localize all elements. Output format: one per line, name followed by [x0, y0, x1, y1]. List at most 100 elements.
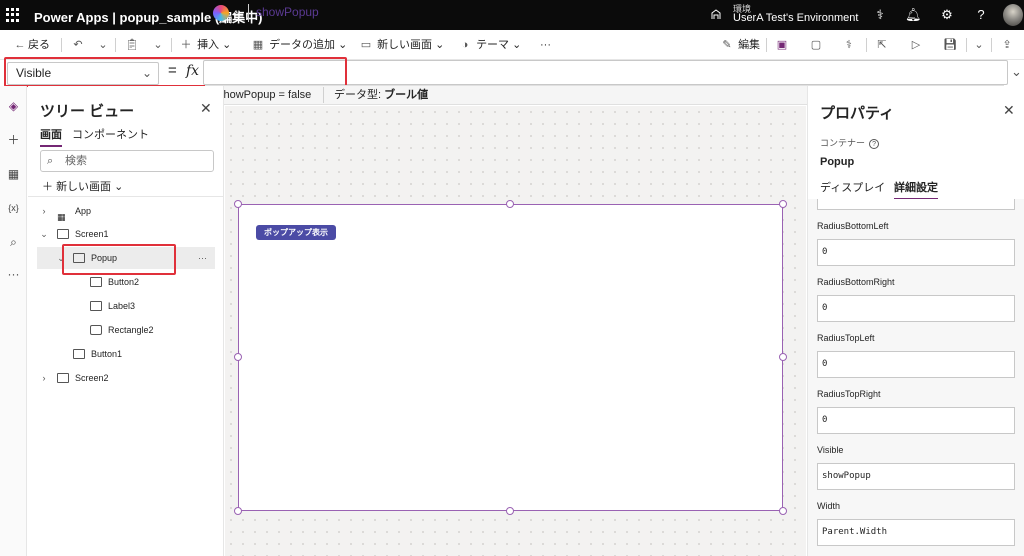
divider: [115, 38, 116, 52]
new-screen-button[interactable]: ＋ 新しい画面 ⌄: [42, 178, 123, 194]
property-input[interactable]: [817, 199, 1015, 210]
app-checker-icon[interactable]: ⚕: [872, 7, 888, 23]
show-popup-button[interactable]: ポップアップ表示: [256, 225, 336, 240]
play-icon: ▷: [911, 39, 921, 51]
share-button[interactable]: ⇱: [874, 30, 890, 60]
comments-button[interactable]: ▢: [808, 30, 824, 60]
help-icon[interactable]: ?: [973, 7, 989, 23]
resize-handle[interactable]: [506, 200, 514, 208]
variables-icon[interactable]: {x}: [5, 200, 22, 217]
clipboard-icon: 📋︎: [125, 39, 139, 51]
chevron-down-icon[interactable]: ⌄: [232, 4, 241, 17]
tree-node-screen1[interactable]: ⌄ Screen1: [37, 223, 215, 245]
help-icon[interactable]: ?: [869, 139, 880, 149]
resize-handle[interactable]: [234, 353, 242, 361]
stethoscope-icon: ⚕: [846, 39, 852, 51]
screen-icon: [57, 229, 69, 239]
button-control-icon: [73, 349, 85, 359]
more-options-icon[interactable]: ···: [198, 247, 207, 269]
chevron-down-icon[interactable]: ⌄: [39, 223, 49, 245]
label-control-icon: [90, 301, 102, 311]
more-icon[interactable]: ···: [5, 266, 22, 283]
expand-formula-chevron-icon[interactable]: ⌄: [1011, 64, 1022, 80]
edit-button[interactable]: ✎ 編集: [719, 30, 760, 60]
tree-node-rectangle2[interactable]: Rectangle2: [37, 319, 215, 341]
resize-handle[interactable]: [779, 507, 787, 515]
property-input[interactable]: 0: [817, 407, 1015, 434]
app-launcher-icon[interactable]: [6, 8, 20, 22]
close-icon[interactable]: ✕: [1003, 102, 1015, 119]
chevron-down-icon: ⌄: [114, 181, 124, 193]
settings-gear-icon[interactable]: ⚙: [939, 7, 955, 23]
tab-screens[interactable]: 画面: [40, 126, 62, 147]
resize-handle[interactable]: [234, 200, 242, 208]
insert-plus-icon[interactable]: ＋: [5, 132, 22, 149]
property-input[interactable]: 0: [817, 239, 1015, 266]
screen-icon: [57, 373, 69, 383]
command-bar: ← 戻る ↶ ⌄ 📋︎ ⌄ ＋ 挿入 ⌄ ▦ データの追加 ⌄ ▭ 新しい画面 ⌄…: [0, 30, 1024, 60]
add-data-button[interactable]: ▦ データの追加 ⌄: [250, 30, 348, 60]
more-commands-button[interactable]: ···: [540, 30, 551, 60]
button-control-icon: [90, 277, 102, 287]
formula-input[interactable]: showPopup: [256, 5, 319, 19]
app-info-button[interactable]: ▣: [774, 30, 790, 60]
preview-button[interactable]: ▷: [908, 30, 924, 60]
divider: [966, 38, 967, 52]
tab-advanced[interactable]: 詳細設定: [894, 179, 938, 200]
hint-value: showPopup = false: [218, 89, 312, 101]
plus-icon: ＋: [180, 39, 192, 51]
resize-handle[interactable]: [779, 200, 787, 208]
property-input[interactable]: 0: [817, 351, 1015, 378]
paste-button[interactable]: 📋︎: [124, 30, 140, 60]
property-visible: Visible showPopup: [817, 445, 1015, 490]
property-input[interactable]: 0: [817, 295, 1015, 322]
chevron-down-icon: ⌄: [153, 39, 163, 51]
divider: [323, 87, 324, 103]
notification-bell-icon[interactable]: 🔔︎: [905, 7, 922, 23]
environment-name[interactable]: UserA Test's Environment: [733, 12, 858, 24]
save-button[interactable]: 💾︎: [942, 30, 958, 60]
theme-button[interactable]: ◑ テーマ ⌄: [457, 30, 522, 60]
layers-icon[interactable]: ◈: [5, 98, 22, 115]
tree-node-button1[interactable]: Button1: [37, 343, 215, 365]
resize-handle[interactable]: [506, 507, 514, 515]
properties-pane: プロパティ ✕ コンテナー? Popup ディスプレイ 詳細設定 RadiusB…: [807, 86, 1024, 556]
insert-button[interactable]: ＋ 挿入 ⌄: [178, 30, 232, 60]
undo-dropdown[interactable]: ⌄: [95, 30, 111, 60]
copilot-icon[interactable]: [213, 5, 229, 21]
chevron-down-icon: ⌄: [974, 39, 984, 51]
palette-icon: ◑: [461, 39, 469, 51]
data-table-icon[interactable]: ▦: [5, 166, 22, 183]
close-icon[interactable]: ✕: [200, 100, 212, 117]
resize-handle[interactable]: [234, 507, 242, 515]
divider: [171, 38, 172, 52]
properties-title: プロパティ: [820, 105, 895, 122]
save-dropdown[interactable]: ⌄: [971, 30, 987, 60]
undo-button[interactable]: ↶: [70, 30, 86, 60]
tab-components[interactable]: コンポーネント: [72, 126, 149, 142]
property-label: RadiusBottomLeft: [817, 221, 889, 231]
publish-button[interactable]: ⇪: [999, 30, 1015, 60]
popup-container[interactable]: [238, 204, 783, 511]
property-radius-bottom-right: RadiusBottomRight 0: [817, 277, 1015, 322]
paste-dropdown[interactable]: ⌄: [150, 30, 166, 60]
resize-handle[interactable]: [779, 353, 787, 361]
property-radius-top-right: RadiusTopRight 0: [817, 389, 1015, 434]
search-icon[interactable]: ⌕: [5, 234, 22, 251]
user-avatar[interactable]: [1003, 4, 1023, 26]
back-button[interactable]: ← 戻る: [12, 30, 51, 60]
tree-node-label3[interactable]: Label3: [37, 295, 215, 317]
tab-display[interactable]: ディスプレイ: [820, 179, 885, 195]
pencil-icon: ✎: [722, 39, 732, 51]
app-checker-button[interactable]: ⚕: [841, 30, 857, 60]
divider: [866, 38, 867, 52]
tree-search-input[interactable]: ⌕ 検索: [40, 150, 214, 172]
property-input[interactable]: Parent.Width: [817, 519, 1015, 546]
new-screen-button[interactable]: ▭ 新しい画面 ⌄: [358, 30, 445, 60]
chevron-right-icon[interactable]: ›: [39, 200, 49, 222]
chevron-down-icon: ⌄: [98, 39, 108, 51]
tree-node-app[interactable]: › ▦ App: [37, 200, 215, 222]
property-input[interactable]: showPopup: [817, 463, 1015, 490]
tree-node-screen2[interactable]: › Screen2: [37, 367, 215, 389]
chevron-right-icon[interactable]: ›: [39, 367, 49, 389]
